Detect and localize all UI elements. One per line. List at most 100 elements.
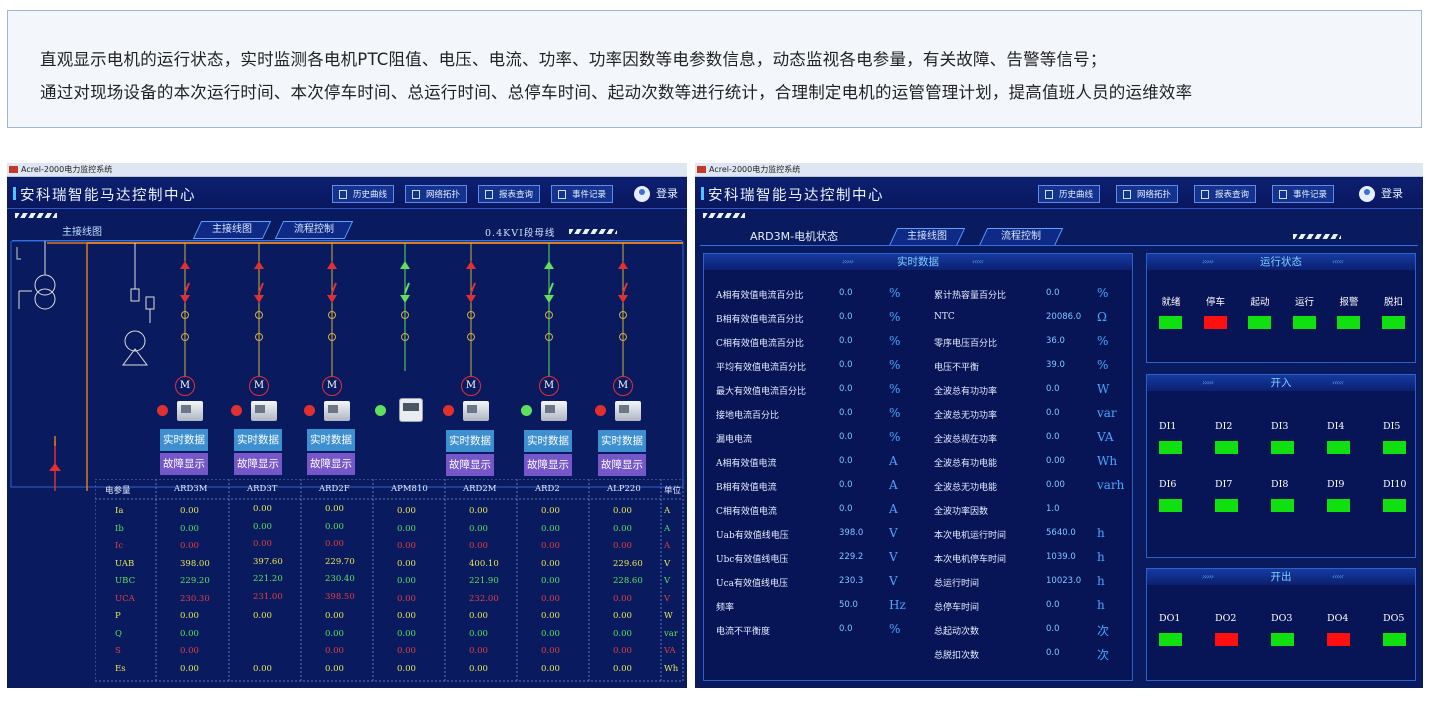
tab-flow-control[interactable]: 流程控制 (274, 221, 354, 239)
col-header: ARD3M (174, 484, 208, 494)
do-indicator (1271, 633, 1294, 646)
fault-display-button[interactable]: 故障显示 (446, 454, 494, 476)
table-cell: 0.00 (397, 611, 416, 621)
di-indicator (1271, 441, 1294, 454)
rt-label: 总运行时间 (934, 579, 980, 589)
breaker-arrow-down (327, 295, 337, 303)
rt-label: 零序电压百分比 (934, 339, 998, 349)
tab-main-wiring[interactable]: 主接线图 (888, 228, 966, 246)
chevrons-left-icon: ‹‹‹‹‹ (1332, 378, 1344, 387)
row-param-UAB: UAB (115, 558, 135, 569)
user-avatar-icon (634, 186, 650, 202)
realtime-data-button[interactable]: 实时数据 (446, 430, 494, 452)
realtime-data-button[interactable]: 实时数据 (524, 430, 572, 452)
fault-display-button[interactable]: 故障显示 (598, 454, 646, 476)
network-topology-button[interactable]: 网络拓扑 (405, 185, 468, 203)
network-topology-button[interactable]: 网络拓扑 (1116, 185, 1179, 203)
starter-device-icon (615, 401, 641, 421)
rt-value: 0.0 (1046, 408, 1060, 418)
user-avatar-icon (1359, 186, 1375, 202)
table-cell: 0.00 (325, 663, 344, 674)
fault-display-button[interactable]: 故障显示 (234, 453, 282, 475)
history-curve-button[interactable]: 历史曲线 (332, 185, 395, 203)
rt-label: 累计热容量百分比 (934, 291, 1007, 301)
rt-value: 0.0 (839, 456, 853, 466)
realtime-data-button[interactable]: 实时数据 (598, 430, 646, 452)
table-cell: 0.00 (180, 663, 199, 674)
rt-label: 全波总视在功率 (934, 435, 998, 445)
rt-value: 36.0 (1046, 336, 1065, 346)
di-label: DI7 (1215, 479, 1233, 490)
run-status-label: 运行 (1294, 297, 1314, 308)
table-cell: 0.00 (613, 506, 632, 516)
inputs-title: 开入 (1270, 377, 1292, 389)
event-log-button[interactable]: 事件记录 (1272, 185, 1335, 203)
header: 安科瑞智能马达控制中心 历史曲线 网络拓扑 报表查询 事件记录 登录 (7, 178, 687, 209)
rt-value: 0.0 (1046, 624, 1060, 634)
fault-display-button[interactable]: 故障显示 (307, 453, 355, 475)
realtime-data-button[interactable]: 实时数据 (307, 429, 355, 451)
fault-display-button[interactable]: 故障显示 (160, 453, 208, 475)
breaker-arrow-up (466, 261, 476, 269)
rt-label: 平均有效值电流百分比 (716, 363, 807, 373)
table-cell: 0.00 (325, 521, 344, 532)
realtime-data-button[interactable]: 实时数据 (234, 429, 282, 451)
search-icon (485, 190, 493, 199)
realtime-data-button[interactable]: 实时数据 (160, 429, 208, 451)
rt-label: NTC (934, 312, 955, 322)
tab-main-wiring-active[interactable]: 主接线图 (62, 223, 102, 238)
run-status-title: 运行状态 (1260, 256, 1302, 268)
rt-value: 0.0 (839, 384, 853, 394)
breaker-arrow-up (544, 261, 554, 269)
di-label: DI4 (1327, 421, 1345, 432)
table-cell: 0.00 (541, 558, 560, 569)
run-status-indicator (1337, 316, 1360, 329)
login-button[interactable]: 登录 (634, 184, 678, 204)
report-query-button[interactable]: 报表查询 (1194, 185, 1257, 203)
tab-motor-status-active[interactable]: ARD3M-电机状态 (750, 228, 838, 244)
row-unit: var (664, 628, 678, 639)
history-curve-button[interactable]: 历史曲线 (1038, 185, 1101, 203)
window-titlebar: Acrel-2000电力监控系统 (7, 163, 687, 177)
fault-display-button[interactable]: 故障显示 (524, 454, 572, 476)
row-param-S: S (115, 646, 121, 656)
login-button[interactable]: 登录 (1359, 184, 1403, 204)
rt-unit: A (889, 502, 898, 516)
rt-unit: h (1097, 598, 1105, 612)
rt-unit: % (889, 286, 901, 300)
realtime-title: 实时数据 (897, 256, 939, 268)
table-cell: 230.30 (180, 593, 210, 604)
rt-value: 0.0 (839, 624, 853, 634)
rt-unit: % (889, 334, 901, 348)
di-indicator (1383, 499, 1406, 512)
do-label: DO3 (1271, 613, 1293, 624)
panel-header: ››››› 开出 ‹‹‹‹‹ (1147, 569, 1415, 585)
run-status-label: 脱扣 (1383, 297, 1403, 308)
rt-label: 电流不平衡度 (716, 627, 771, 637)
rt-unit: % (1097, 358, 1109, 372)
tab-flow-control[interactable]: 流程控制 (978, 228, 1064, 246)
table-cell: 0.00 (253, 611, 272, 621)
starter-device-icon (541, 401, 567, 421)
table-cell: 0.00 (613, 541, 632, 551)
col-header: ARD2M (463, 484, 497, 494)
run-status-indicator (1159, 316, 1182, 329)
tab-row: ARD3M-电机状态 主接线图 流程控制 (695, 210, 1423, 246)
status-indicator (595, 405, 606, 416)
rt-label: A相有效值电流 (716, 459, 777, 469)
table-cell: 0.00 (397, 593, 416, 604)
do-label: DO2 (1215, 613, 1237, 624)
di-indicator (1327, 499, 1350, 512)
rt-unit: 次 (1097, 624, 1110, 638)
rt-value: 20086.0 (1046, 312, 1082, 322)
header-unit: 单位 (664, 486, 682, 496)
event-log-button[interactable]: 事件记录 (551, 185, 614, 203)
table-cell: 0.00 (469, 663, 488, 674)
rt-unit: V (889, 550, 898, 564)
tab-main-wiring[interactable]: 主接线图 (192, 221, 272, 239)
di-indicator (1271, 499, 1294, 512)
rt-unit: W (1097, 382, 1110, 396)
starter-device-icon (177, 401, 203, 421)
rt-value: 0.0 (839, 504, 853, 514)
report-query-button[interactable]: 报表查询 (478, 185, 541, 203)
